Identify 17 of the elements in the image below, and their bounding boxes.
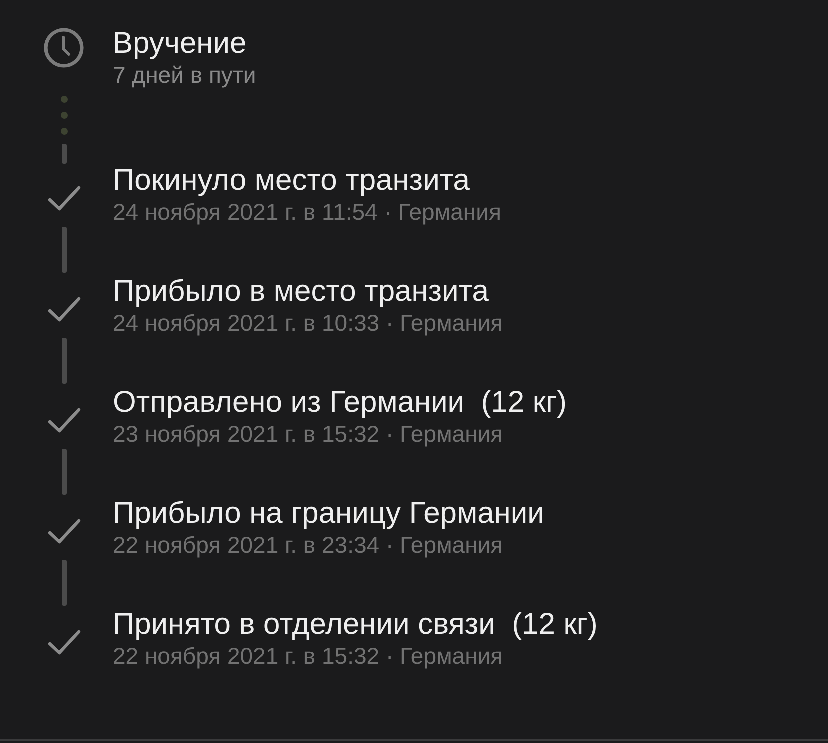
step-subtitle: 22 ноября 2021 г. в 23:34 · Германия (113, 531, 504, 559)
step-title: Принято в отделении связи (12 кг) (113, 608, 598, 642)
step-title: Отправлено из Германии (12 кг) (113, 386, 567, 420)
step-title: Прибыло в место транзита (113, 275, 489, 309)
step-subtitle: 24 ноября 2021 г. в 10:33 · Германия (113, 309, 504, 337)
step-subtitle: 24 ноября 2021 г. в 11:54 · Германия (113, 198, 502, 226)
step-title: Вручение (113, 27, 247, 61)
step-title: Покинуло место транзита (113, 164, 470, 198)
step-subtitle: 7 дней в пути (113, 61, 256, 89)
step-title: Прибыло на границу Германии (113, 497, 544, 531)
step-subtitle: 22 ноября 2021 г. в 15:32 · Германия (113, 642, 504, 670)
timeline-connector (62, 338, 66, 384)
timeline-connector (62, 560, 66, 606)
timeline-connector (62, 227, 66, 273)
step-subtitle: 23 ноября 2021 г. в 15:32 · Германия (113, 420, 504, 448)
timeline-connector (62, 144, 66, 164)
timeline-connector (62, 449, 66, 495)
